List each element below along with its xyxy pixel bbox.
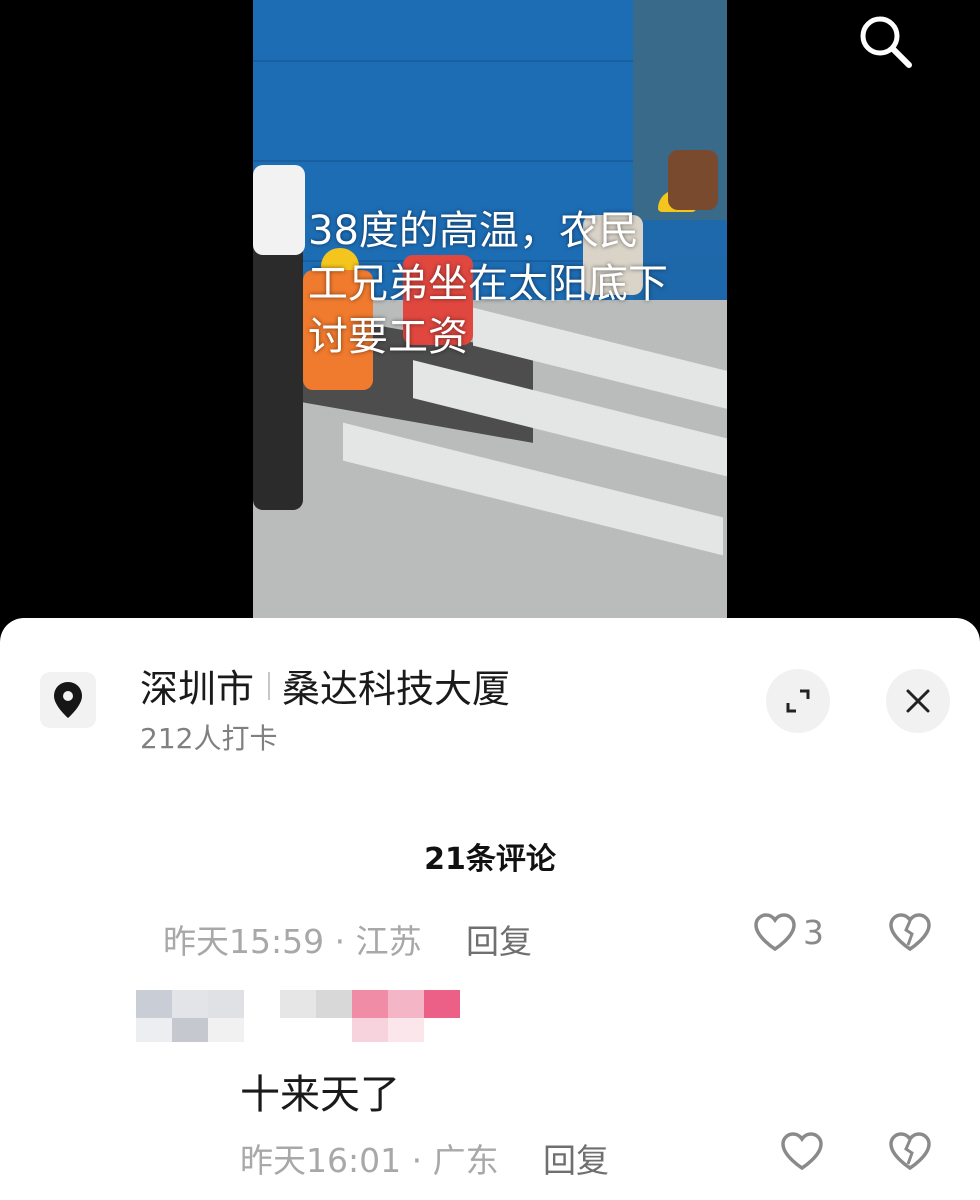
like-button[interactable]: 3	[753, 912, 824, 952]
comment-meta: 昨天15:59 · 江苏	[163, 922, 422, 961]
location-city[interactable]: 深圳市	[140, 658, 254, 713]
broken-heart-icon	[889, 1132, 931, 1171]
like-button[interactable]	[780, 1131, 830, 1171]
video-frame[interactable]: 38度的高温，农民工兄弟坐在太阳底下讨要工资	[253, 0, 727, 618]
search-button[interactable]	[850, 6, 920, 76]
video-player[interactable]: 38度的高温，农民工兄弟坐在太阳底下讨要工资	[0, 0, 980, 640]
dislike-button[interactable]	[888, 1131, 932, 1175]
comment-text: 十来天了	[240, 1072, 400, 1118]
video-worker	[668, 150, 718, 210]
checkin-count: 212人打卡	[140, 722, 278, 755]
location-divider	[268, 671, 271, 700]
location-place[interactable]: 桑达科技大厦	[282, 658, 510, 713]
broken-heart-icon	[889, 913, 931, 952]
heart-icon	[754, 913, 796, 952]
like-count: 3	[803, 912, 824, 952]
comment-meta: 昨天16:01 · 广东	[240, 1141, 499, 1180]
video-person-shirt	[253, 165, 305, 255]
expand-button[interactable]	[766, 669, 830, 733]
location-pin-icon	[40, 672, 96, 728]
reply-button[interactable]: 回复	[466, 915, 532, 963]
heart-icon	[781, 1132, 823, 1171]
commenter-name-blurred[interactable]	[136, 990, 466, 1046]
reply-button[interactable]: 回复	[543, 1134, 609, 1182]
expand-icon	[786, 689, 810, 713]
video-caption: 38度的高温，农民工兄弟坐在太阳底下讨要工资	[308, 208, 668, 360]
location-title[interactable]: 深圳市 桑达科技大厦	[140, 658, 510, 713]
close-button[interactable]	[886, 669, 950, 733]
close-icon	[906, 689, 930, 713]
dislike-button[interactable]	[888, 912, 932, 956]
comment-count-header: 21条评论	[424, 842, 556, 877]
search-icon	[860, 16, 912, 68]
